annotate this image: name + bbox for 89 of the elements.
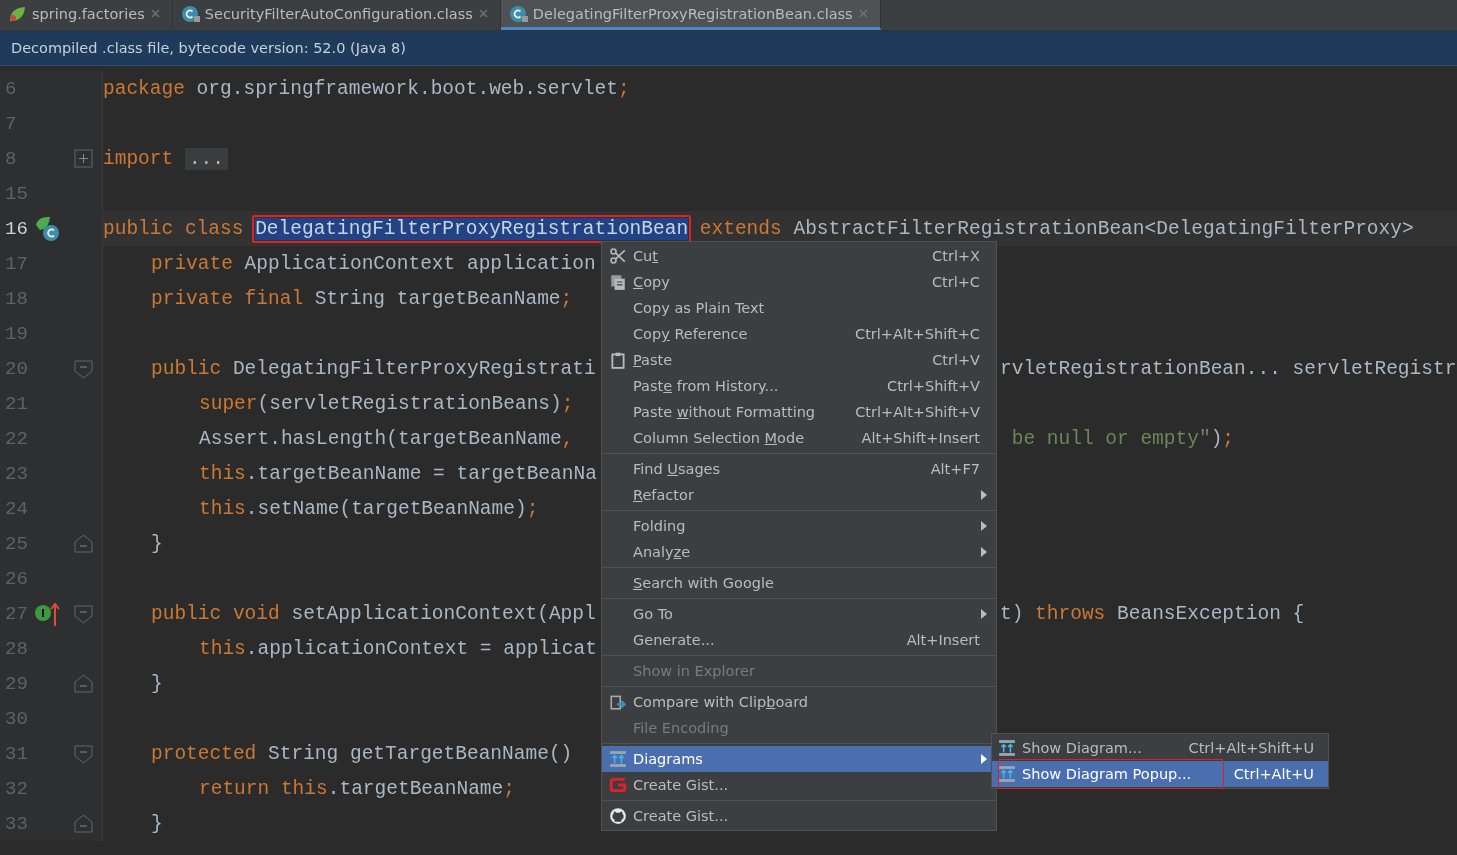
- code-token: }: [151, 532, 163, 555]
- code-token: DelegatingFilterProxyRegistrati: [231, 357, 596, 380]
- code-token: .setName(targetBeanName): [245, 497, 527, 520]
- copy-icon: [608, 273, 627, 291]
- menu-item[interactable]: Analyze: [602, 539, 996, 565]
- menu-item[interactable]: Search with Google: [602, 570, 996, 596]
- tab-label: spring.factories: [32, 5, 145, 22]
- code-token: BeansException {: [1116, 602, 1305, 625]
- code-token: private final: [151, 287, 304, 310]
- menu-item[interactable]: Copy Ctrl+C: [602, 269, 996, 295]
- code-token: super: [199, 392, 258, 415]
- collapse-fold-icon[interactable]: [74, 743, 94, 764]
- tab-label: SecurityFilterAutoConfiguration.class: [204, 5, 473, 22]
- code-token: AbstractFilterRegistrationBean<DelegatingFilterProxy>: [792, 217, 1414, 240]
- code-token: be null or empty": [1010, 427, 1211, 450]
- code-token: ;: [561, 392, 574, 415]
- code-token: this: [199, 637, 246, 660]
- code-token: extends: [698, 217, 782, 240]
- code-token: setApplicationContext(Appl: [290, 602, 596, 625]
- menu-item[interactable]: Copy Reference Ctrl+Alt+Shift+C: [602, 321, 996, 347]
- code-token: public class: [103, 217, 245, 240]
- code-token: ): [1210, 427, 1223, 450]
- menu-item[interactable]: Copy as Plain Text: [602, 295, 996, 321]
- code-token: ;: [526, 497, 539, 520]
- code-token: rvletRegistrationBean... servletRegistr: [1000, 357, 1457, 380]
- code-token: (servletRegistrationBeans): [257, 392, 562, 415]
- code-token: org.springframework.boot.web.servlet: [195, 77, 618, 100]
- editor-tab[interactable]: DelegatingFilterProxyRegistrationBean.class: [500, 0, 881, 30]
- collapse-fold-icon[interactable]: [74, 603, 94, 624]
- code-token: .targetBeanName: [327, 777, 504, 800]
- code-token: .targetBeanName = targetBeanNa: [245, 462, 597, 485]
- line-number: 16: [4, 217, 29, 240]
- menu-item[interactable]: Find Usages Alt+F7: [602, 456, 996, 482]
- compare-clipboard-icon: [608, 693, 627, 711]
- menu-item[interactable]: Paste without Formatting Ctrl+Alt+Shift+V: [602, 399, 996, 425]
- expand-fold-icon[interactable]: [74, 148, 94, 169]
- folded-code-field[interactable]: ...: [184, 147, 229, 170]
- menu-item[interactable]: Refactor: [602, 482, 996, 508]
- code-token: .applicationContext = applicat: [245, 637, 597, 660]
- class-file-icon: [180, 4, 201, 23]
- code-token: return this: [199, 777, 328, 800]
- github-logo-icon: [608, 807, 627, 825]
- menu-item[interactable]: Folding: [602, 513, 996, 539]
- code-token: ;: [617, 77, 630, 100]
- clipboard-icon: [608, 351, 627, 369]
- menu-item[interactable]: Cut Ctrl+X: [602, 243, 996, 269]
- code-token: this: [199, 462, 246, 485]
- selected-class-name: DelegatingFilterProxyRegistrationBean: [255, 217, 689, 240]
- menu-item[interactable]: Paste Ctrl+V: [602, 347, 996, 373]
- menu-item[interactable]: Create Gist...: [602, 803, 996, 829]
- fold-end-icon[interactable]: [74, 813, 94, 834]
- menu-item[interactable]: Show Diagram Popup... Ctrl+Alt+U: [992, 761, 1328, 787]
- diagram-icon: [998, 765, 1016, 783]
- menu-item[interactable]: Generate... Alt+Insert: [602, 627, 996, 653]
- code-token: ;: [560, 287, 573, 310]
- class-file-icon: [508, 4, 529, 23]
- diagram-icon: [998, 739, 1016, 757]
- scissors-icon: [608, 247, 627, 265]
- code-token: String getTargetBeanName(): [267, 742, 573, 765]
- collapse-fold-icon[interactable]: [74, 358, 94, 379]
- menu-item[interactable]: Column Selection Mode Alt+Shift+Insert: [602, 425, 996, 451]
- code-token: throws: [1035, 602, 1106, 625]
- fold-end-icon[interactable]: [74, 673, 94, 694]
- code-token: private: [151, 252, 233, 275]
- gist-logo-icon: [608, 776, 627, 794]
- class-gutter-icon[interactable]: [34, 214, 62, 243]
- code-token: ApplicationContext application: [243, 252, 596, 275]
- code-token: String targetBeanName: [313, 287, 561, 310]
- tab-label: DelegatingFilterProxyRegistrationBean.class: [532, 5, 853, 22]
- code-token: import: [103, 147, 175, 170]
- code-token: ;: [503, 777, 515, 800]
- fold-end-icon[interactable]: [74, 533, 94, 554]
- menu-item[interactable]: Go To: [602, 601, 996, 627]
- menu-item[interactable]: Paste from History... Ctrl+Shift+V: [602, 373, 996, 399]
- leaf-icon: [8, 4, 28, 23]
- diagram-icon: [608, 750, 627, 768]
- menu-item[interactable]: Compare with Clipboard: [602, 689, 996, 715]
- code-token: package: [103, 77, 185, 100]
- code-token: }: [151, 672, 163, 695]
- code-token: ;: [1222, 427, 1235, 450]
- code-token: protected: [151, 742, 257, 765]
- code-token: ,: [561, 427, 574, 450]
- code-token: public void: [151, 602, 280, 625]
- code-token: this: [199, 497, 246, 520]
- code-token: public: [151, 357, 222, 380]
- decompiled-banner: Decompiled .class file, bytecode version: 52.0 (Java 8): [0, 31, 1457, 66]
- code-token: }: [151, 812, 163, 835]
- code-token: t): [1000, 602, 1025, 625]
- code-token: Assert.hasLength(targetBeanName: [199, 427, 562, 450]
